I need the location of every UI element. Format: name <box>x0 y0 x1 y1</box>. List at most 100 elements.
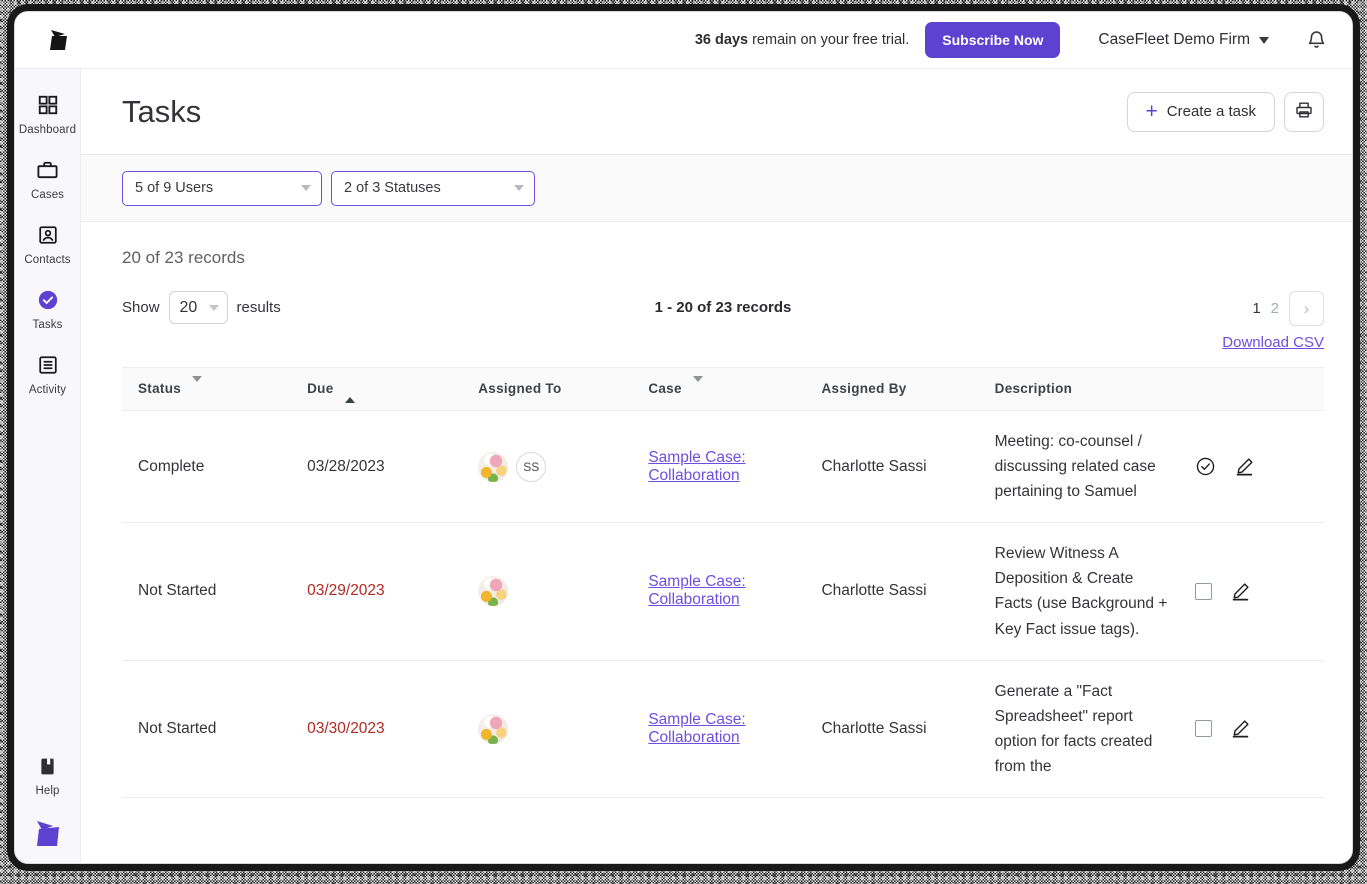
cell-actions <box>1175 410 1324 522</box>
cell-status: Complete <box>122 410 291 522</box>
firm-name-label: CaseFleet Demo Firm <box>1098 31 1250 49</box>
page-number-2[interactable]: 2 <box>1271 300 1279 317</box>
avatar <box>478 576 508 606</box>
body: Dashboard Cases <box>15 69 1352 864</box>
sort-asc-icon <box>345 382 355 397</box>
table-header-row: Status Due Assigned To <box>122 368 1324 411</box>
sidebar-item-cases[interactable]: Cases <box>15 148 80 213</box>
sidebar-item-tasks[interactable]: Tasks <box>15 278 80 343</box>
row-actions <box>1191 456 1318 477</box>
table-row[interactable]: Not Started 03/29/2023 Sample Case: Coll… <box>122 523 1324 660</box>
sidebar-item-label: Help <box>35 785 59 797</box>
chevron-down-icon <box>514 185 524 191</box>
results-label: results <box>237 299 281 316</box>
checkbox-empty-icon[interactable] <box>1195 583 1212 600</box>
column-header-assigned-by[interactable]: Assigned By <box>805 368 978 411</box>
cell-assigned-by: Charlotte Sassi <box>805 660 978 797</box>
show-label: Show <box>122 299 160 316</box>
records-count-label: 20 of 23 records <box>122 222 1324 268</box>
check-circle-icon[interactable] <box>1195 456 1216 477</box>
cell-description: Review Witness A Deposition & Create Fac… <box>979 523 1176 660</box>
table-row[interactable]: Complete 03/28/2023 SS Sample Case: <box>122 410 1324 522</box>
pencil-icon[interactable] <box>1230 718 1251 739</box>
cell-assigned-by: Charlotte Sassi <box>805 410 978 522</box>
cell-assigned-to <box>462 523 632 660</box>
checkbox-empty-icon[interactable] <box>1195 720 1212 737</box>
create-task-label: Create a task <box>1167 103 1256 120</box>
column-header-description[interactable]: Description <box>979 368 1176 411</box>
cell-case: Sample Case: Collaboration <box>632 523 805 660</box>
screen-background: 36 days remain on your free trial. Subsc… <box>0 0 1367 884</box>
page-size-select[interactable]: 20 <box>169 291 228 324</box>
sidebar-item-label: Contacts <box>24 254 70 266</box>
create-task-button[interactable]: + Create a task <box>1127 92 1275 132</box>
record-range-label: 1 - 20 of 23 records <box>122 299 1324 316</box>
case-link[interactable]: Sample Case: Collaboration <box>648 449 745 484</box>
casefleet-logo-icon[interactable] <box>41 25 75 55</box>
column-header-assigned-to[interactable]: Assigned To <box>462 368 632 411</box>
column-header-case[interactable]: Case <box>632 368 805 411</box>
briefcase-icon <box>36 158 59 182</box>
table-row[interactable]: Not Started 03/30/2023 Sample Case: Coll… <box>122 660 1324 797</box>
trial-notice: 36 days remain on your free trial. <box>695 32 909 48</box>
case-link[interactable]: Sample Case: Collaboration <box>648 711 745 746</box>
sidebar-item-label: Cases <box>31 189 64 201</box>
app-window: 36 days remain on your free trial. Subsc… <box>14 11 1353 864</box>
cell-description: Generate a "Fact Spreadsheet" report opt… <box>979 660 1176 797</box>
trial-remainder: remain on your free trial. <box>748 32 909 48</box>
page-number-1[interactable]: 1 <box>1252 300 1260 317</box>
pencil-icon[interactable] <box>1234 456 1255 477</box>
cell-assigned-to: SS <box>462 410 632 522</box>
users-filter-value: 5 of 9 Users <box>135 180 213 196</box>
column-header-status[interactable]: Status <box>122 368 291 411</box>
statuses-filter-select[interactable]: 2 of 3 Statuses <box>331 171 535 206</box>
avatar-group: SS <box>478 452 626 482</box>
download-csv-link[interactable]: Download CSV <box>1222 334 1324 351</box>
next-page-button[interactable]: › <box>1289 291 1324 326</box>
sidebar-item-label: Tasks <box>33 319 63 331</box>
avatar-group <box>478 714 626 744</box>
table-body: Complete 03/28/2023 SS Sample Case: <box>122 410 1324 797</box>
pencil-icon[interactable] <box>1230 581 1251 602</box>
content-area: 20 of 23 records Show 20 results 1 - 20 … <box>81 222 1352 864</box>
page-size-group: Show 20 results <box>122 291 281 324</box>
top-bar: 36 days remain on your free trial. Subsc… <box>15 12 1352 69</box>
statuses-filter-value: 2 of 3 Statuses <box>344 180 441 196</box>
notification-bell-icon[interactable] <box>1305 29 1328 52</box>
cell-due: 03/30/2023 <box>291 660 462 797</box>
users-filter-select[interactable]: 5 of 9 Users <box>122 171 322 206</box>
chevron-down-icon <box>209 305 219 311</box>
avatar <box>478 452 508 482</box>
row-actions <box>1191 581 1318 602</box>
casefleet-brand-icon <box>15 809 80 864</box>
column-label: Case <box>648 381 681 396</box>
check-circle-icon <box>37 288 59 312</box>
subscribe-now-button[interactable]: Subscribe Now <box>925 22 1060 58</box>
firm-menu[interactable]: CaseFleet Demo Firm <box>1098 31 1269 49</box>
contact-card-icon <box>37 223 59 247</box>
cell-due: 03/29/2023 <box>291 523 462 660</box>
sidebar-spacer <box>15 408 80 744</box>
chevron-right-icon: › <box>1304 300 1310 317</box>
column-header-actions <box>1175 368 1324 411</box>
pagination: 1 2 › Download CSV <box>1222 291 1324 351</box>
cell-actions <box>1175 523 1324 660</box>
column-header-due[interactable]: Due <box>291 368 462 411</box>
sidebar-item-dashboard[interactable]: Dashboard <box>15 83 80 148</box>
column-label: Description <box>995 381 1073 396</box>
printer-icon <box>1294 100 1314 123</box>
print-button[interactable] <box>1284 92 1324 132</box>
sidebar-item-activity[interactable]: Activity <box>15 343 80 408</box>
page-size-value: 20 <box>180 299 198 317</box>
cell-case: Sample Case: Collaboration <box>632 660 805 797</box>
avatar-initials: SS <box>516 452 546 482</box>
sidebar-item-help[interactable]: Help <box>15 744 80 809</box>
cell-case: Sample Case: Collaboration <box>632 410 805 522</box>
grid-icon <box>37 93 59 117</box>
cell-status: Not Started <box>122 523 291 660</box>
sidebar-item-contacts[interactable]: Contacts <box>15 213 80 278</box>
avatar-group <box>478 576 626 606</box>
chevron-down-icon <box>301 185 311 191</box>
case-link[interactable]: Sample Case: Collaboration <box>648 573 745 608</box>
book-icon <box>37 754 58 778</box>
